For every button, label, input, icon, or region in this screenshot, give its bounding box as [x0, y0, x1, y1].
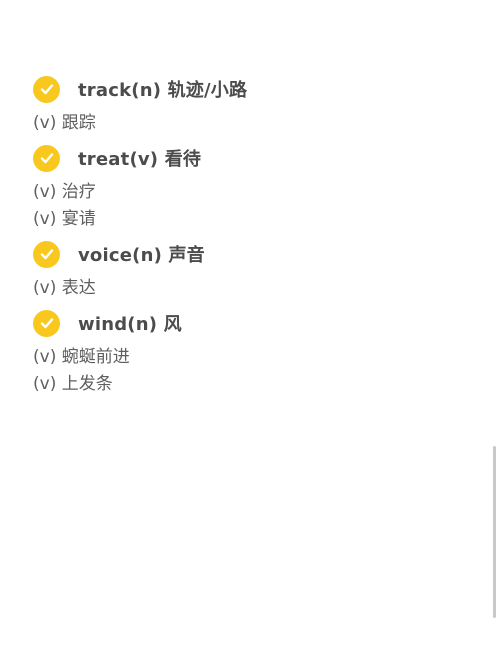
vocab-entry: treat(v) 看待 (v) 治疗 (v) 宴请: [33, 143, 473, 233]
word-row[interactable]: wind(n) 风: [33, 308, 473, 338]
word-headword: track(n) 轨迹/小路: [78, 80, 248, 101]
check-circle-icon[interactable]: [33, 75, 60, 103]
check-circle-icon[interactable]: [33, 309, 60, 337]
vocab-list: track(n) 轨迹/小路 (v) 跟踪 treat(v) 看待 (v) 治疗…: [33, 74, 473, 398]
check-circle-icon[interactable]: [33, 240, 60, 268]
vocab-entry: wind(n) 风 (v) 蜿蜒前进 (v) 上发条: [33, 308, 473, 398]
word-sense: (v) 蜿蜒前进: [33, 347, 130, 367]
word-sense: (v) 上发条: [33, 374, 113, 394]
word-row[interactable]: track(n) 轨迹/小路: [33, 74, 473, 104]
word-sense: (v) 表达: [33, 278, 96, 298]
check-circle-icon[interactable]: [33, 144, 60, 172]
word-sense: (v) 宴请: [33, 209, 96, 229]
word-headword: wind(n) 风: [78, 314, 182, 335]
word-headword: treat(v) 看待: [78, 149, 202, 170]
vocab-entry: track(n) 轨迹/小路 (v) 跟踪: [33, 74, 473, 137]
word-headword: voice(n) 声音: [78, 245, 205, 266]
word-row[interactable]: voice(n) 声音: [33, 239, 473, 269]
word-sense: (v) 跟踪: [33, 113, 96, 133]
vocab-entry: voice(n) 声音 (v) 表达: [33, 239, 473, 302]
scrollbar[interactable]: [493, 446, 496, 618]
word-row[interactable]: treat(v) 看待: [33, 143, 473, 173]
word-sense: (v) 治疗: [33, 182, 96, 202]
